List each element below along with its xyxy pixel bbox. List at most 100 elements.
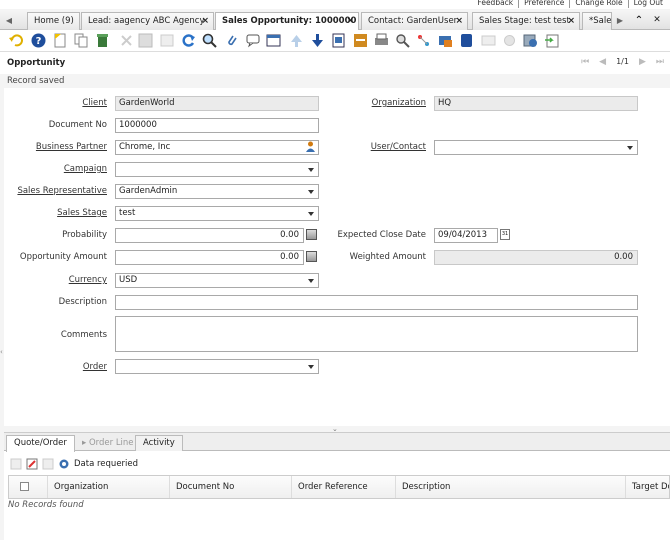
attachment-icon[interactable] (224, 33, 239, 48)
sales-rep-select[interactable]: GardenAdmin (115, 184, 319, 199)
gear-icon[interactable] (58, 458, 70, 470)
currency-select[interactable]: USD (115, 273, 319, 288)
column-header[interactable]: Order Reference (291, 476, 395, 498)
preference-link[interactable]: Preference (518, 0, 569, 8)
business-partner-label[interactable]: Business Partner (4, 142, 107, 152)
tab-scroll-right-icon[interactable]: ▶ (613, 12, 627, 30)
sales-stage-label[interactable]: Sales Stage (4, 208, 107, 218)
select-all-checkbox[interactable] (20, 482, 29, 491)
business-partner-lookup-icon[interactable] (306, 141, 315, 152)
currency-label[interactable]: Currency (4, 275, 107, 285)
previous-record-icon[interactable]: ◀ (599, 57, 606, 67)
tab-sales-stage[interactable]: Sales Stage: test test × (472, 12, 580, 30)
chevron-down-icon[interactable] (308, 279, 314, 283)
report-icon[interactable] (353, 33, 368, 48)
edit-detail-icon[interactable] (26, 458, 38, 470)
close-icon[interactable]: × (346, 13, 354, 29)
column-header[interactable]: Target Dc (625, 476, 669, 498)
save-new-icon[interactable] (160, 33, 175, 48)
tab-contact[interactable]: Contact: GardenUser × (361, 12, 468, 30)
first-record-icon[interactable]: ⏮ (581, 57, 589, 67)
next-record-icon[interactable]: ▶ (639, 57, 646, 67)
customize-icon[interactable] (523, 33, 538, 48)
expected-close-label: Expected Close Date (337, 230, 426, 240)
grid-toggle-icon[interactable] (266, 33, 281, 48)
tab-lead[interactable]: Lead: aagency ABC Agency × (81, 12, 214, 30)
window-title: Opportunity (7, 58, 66, 68)
refresh-icon[interactable] (181, 33, 196, 48)
zoom-across-icon[interactable] (395, 33, 410, 48)
side-collapse-icon[interactable]: ‹ (0, 348, 3, 356)
find-icon[interactable] (202, 33, 217, 48)
change-role-link[interactable]: Change Role (569, 0, 627, 8)
column-header[interactable]: Description (395, 476, 625, 498)
maximize-icon[interactable]: ⌃ (632, 12, 646, 30)
product-info-icon[interactable] (438, 33, 453, 48)
probability-field[interactable]: 0.00 (115, 228, 304, 243)
sales-rep-value: GardenAdmin (119, 186, 178, 196)
order-label[interactable]: Order (4, 362, 107, 372)
comments-textarea[interactable] (115, 316, 638, 352)
close-icon[interactable]: × (201, 13, 209, 29)
help-icon[interactable]: ? (31, 33, 46, 48)
copy-record-icon[interactable] (74, 33, 89, 48)
export-icon[interactable] (544, 33, 559, 48)
history-icon[interactable] (331, 33, 346, 48)
new-record-icon[interactable] (53, 33, 68, 48)
chat-icon[interactable] (246, 33, 261, 48)
campaign-label[interactable]: Campaign (4, 164, 107, 174)
detail-record-icon[interactable] (310, 33, 325, 48)
delete-icon[interactable] (95, 33, 110, 48)
tab-order-line: ▸ Order Line (82, 438, 134, 448)
tab-sales-opportunity[interactable]: Sales Opportunity: 1000000 × (215, 12, 359, 31)
tab-scroll-left-icon[interactable]: ◀ (2, 12, 16, 30)
order-select[interactable] (115, 359, 319, 374)
column-header[interactable]: Organization (47, 476, 169, 498)
last-record-icon[interactable]: ⏭ (656, 57, 664, 67)
delete-detail-icon[interactable] (42, 458, 54, 470)
sales-rep-label[interactable]: Sales Representative (4, 186, 107, 196)
user-contact-label[interactable]: User/Contact (324, 142, 426, 152)
tab-quote-order[interactable]: Quote/Order (6, 435, 75, 452)
chevron-down-icon[interactable] (308, 190, 314, 194)
tab-activity[interactable]: Activity (135, 435, 183, 451)
undo-icon[interactable] (8, 33, 23, 48)
feedback-link[interactable]: Feedback (472, 0, 518, 8)
opportunity-amount-field[interactable]: 0.00 (115, 250, 304, 265)
tab-sale-overflow[interactable]: *Sale (582, 12, 612, 30)
campaign-select[interactable] (115, 162, 319, 177)
close-icon[interactable]: × (455, 13, 463, 29)
calculator-icon[interactable] (306, 251, 317, 262)
document-no-field[interactable]: 1000000 (115, 118, 319, 133)
calendar-icon[interactable]: 31 (500, 229, 510, 240)
chevron-down-icon[interactable] (308, 168, 314, 172)
sales-stage-select[interactable]: test (115, 206, 319, 221)
tab-home[interactable]: Home (9) (27, 12, 80, 30)
request-icon[interactable] (481, 33, 496, 48)
close-window-icon[interactable]: ✕ (650, 12, 664, 30)
tab-label: Sales Stage: test test (479, 16, 570, 26)
parent-record-icon[interactable] (289, 33, 304, 48)
window-tab-bar: ◀ Home (9) Lead: aagency ABC Agency × Sal… (0, 10, 670, 31)
delete-selection-icon[interactable] (119, 33, 134, 48)
calculator-icon[interactable] (306, 229, 317, 240)
business-partner-field[interactable]: Chrome, Inc (115, 140, 319, 155)
chevron-down-icon[interactable] (627, 146, 633, 150)
description-field[interactable] (115, 295, 638, 310)
client-label[interactable]: Client (4, 98, 107, 108)
user-contact-select[interactable] (434, 140, 638, 155)
chevron-down-icon[interactable] (308, 212, 314, 216)
close-icon[interactable]: × (567, 13, 575, 29)
organization-label[interactable]: Organization (324, 98, 426, 108)
workflow-icon[interactable] (416, 33, 431, 48)
new-detail-icon[interactable] (10, 458, 22, 470)
archive-icon[interactable] (459, 33, 474, 48)
print-icon[interactable] (374, 33, 389, 48)
record-counter: 1/1 (616, 57, 629, 66)
column-header[interactable]: Document No (169, 476, 291, 498)
chevron-down-icon[interactable] (308, 365, 314, 369)
save-icon[interactable] (138, 33, 153, 48)
settings-icon[interactable] (502, 33, 517, 48)
expected-close-field[interactable]: 09/04/2013 (434, 228, 498, 243)
log-out-link[interactable]: Log Out (627, 0, 668, 8)
